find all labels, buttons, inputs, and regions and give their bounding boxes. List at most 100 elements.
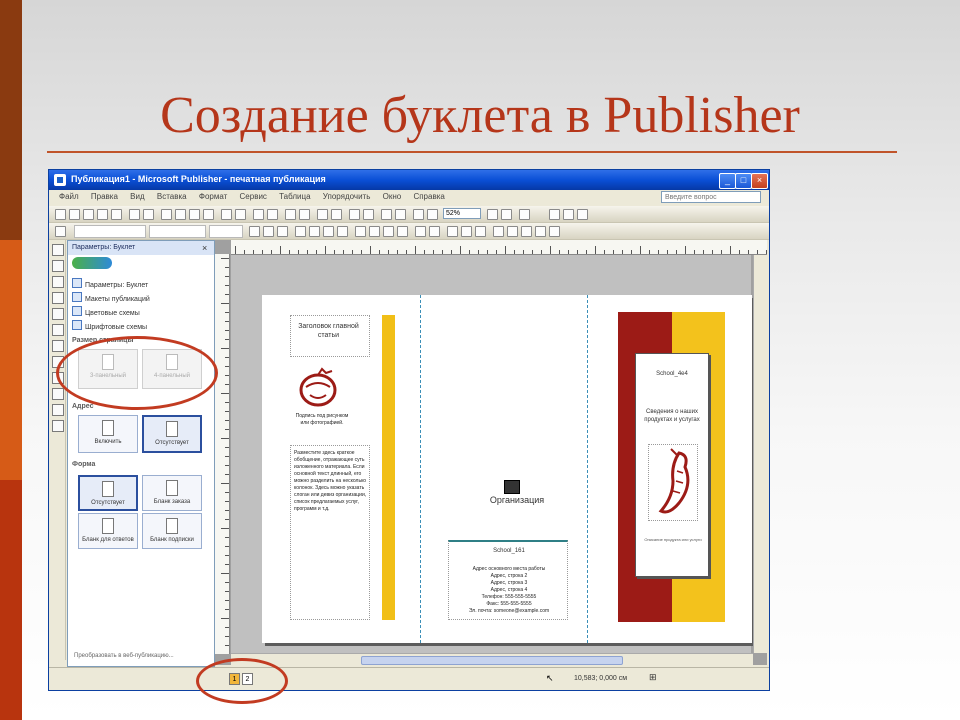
vertical-ruler[interactable] xyxy=(215,254,230,654)
underline-icon[interactable] xyxy=(277,226,288,237)
font-color-icon[interactable] xyxy=(475,226,486,237)
open-icon[interactable] xyxy=(69,209,80,220)
fill-color-icon[interactable] xyxy=(447,226,458,237)
menu-help[interactable]: Справка xyxy=(413,192,444,201)
menu-tools[interactable]: Сервис xyxy=(240,192,267,201)
group-icon[interactable] xyxy=(299,209,310,220)
toolbar-options-icon[interactable] xyxy=(563,209,574,220)
menu-table[interactable]: Таблица xyxy=(279,192,310,201)
zoom-out-icon[interactable] xyxy=(381,209,392,220)
research-icon[interactable] xyxy=(143,209,154,220)
rotate-icon[interactable] xyxy=(285,209,296,220)
new-icon[interactable] xyxy=(55,209,66,220)
tomato-picture[interactable]: Подпись под рисунком или фотографией. xyxy=(292,365,352,430)
form-none[interactable]: Отсутствует xyxy=(78,475,138,511)
form-order[interactable]: Бланк заказа xyxy=(142,475,202,511)
cut-icon[interactable] xyxy=(161,209,172,220)
minimize-button[interactable]: _ xyxy=(719,173,736,189)
print-preview-icon[interactable] xyxy=(111,209,122,220)
task-pane-navigation[interactable] xyxy=(72,257,112,269)
menu-insert[interactable]: Вставка xyxy=(157,192,187,201)
autoshapes-icon[interactable] xyxy=(52,404,64,416)
picture-frame-icon[interactable] xyxy=(52,308,64,320)
clip-art-icon[interactable] xyxy=(52,324,64,336)
menu-file[interactable]: Файл xyxy=(59,192,79,201)
text-style-icon[interactable] xyxy=(55,226,66,237)
publication-page[interactable]: Заголовок главной статьи Подпись под рис… xyxy=(262,295,752,643)
pane-link-publication-options[interactable]: Параметры: Буклет xyxy=(72,278,148,289)
insert-table-icon[interactable] xyxy=(52,276,64,288)
print-icon[interactable] xyxy=(97,209,108,220)
maximize-button[interactable]: □ xyxy=(735,173,752,189)
whole-page-icon[interactable] xyxy=(413,209,424,220)
scratch-area[interactable]: Заголовок главной статьи Подпись под рис… xyxy=(231,255,752,653)
table-icon[interactable] xyxy=(317,209,328,220)
font-size-increase-icon[interactable] xyxy=(429,226,440,237)
undo-icon[interactable] xyxy=(221,209,232,220)
cover-card[interactable]: School_4e4 Сведения о наших продуктах и … xyxy=(635,353,709,577)
rectangle-icon[interactable] xyxy=(52,388,64,400)
zoom-out-small-icon[interactable] xyxy=(487,209,498,220)
pane-link-font-schemes[interactable]: Шрифтовые схемы xyxy=(72,320,147,331)
paste-icon[interactable] xyxy=(189,209,200,220)
pepper-picture[interactable] xyxy=(648,444,698,521)
address-none[interactable]: Отсутствует xyxy=(142,415,202,453)
menu-view[interactable]: Вид xyxy=(130,192,144,201)
web-tools-icon[interactable] xyxy=(549,209,560,220)
font-size-decrease-icon[interactable] xyxy=(415,226,426,237)
organization-name[interactable]: Организация xyxy=(457,495,577,505)
align-left-icon[interactable] xyxy=(295,226,306,237)
style-select[interactable] xyxy=(74,225,146,238)
menu-edit[interactable]: Правка xyxy=(91,192,118,201)
align-center-icon[interactable] xyxy=(309,226,320,237)
form-signup[interactable]: Бланк подписки xyxy=(142,513,202,549)
help-icon[interactable] xyxy=(519,209,530,220)
page-width-icon[interactable] xyxy=(427,209,438,220)
picture-icon[interactable] xyxy=(363,209,374,220)
decrease-indent-icon[interactable] xyxy=(383,226,394,237)
spelling-icon[interactable] xyxy=(129,209,140,220)
select-icon[interactable] xyxy=(52,244,64,256)
font-size-select[interactable] xyxy=(209,225,243,238)
increase-indent-icon[interactable] xyxy=(397,226,408,237)
pane-link-publication-designs[interactable]: Макеты публикаций xyxy=(72,292,150,303)
school-info-box[interactable]: School_161 Адрес основного места работы … xyxy=(448,540,568,620)
menu-arrange[interactable]: Упорядочить xyxy=(323,192,371,201)
zoom-in-icon[interactable] xyxy=(395,209,406,220)
address-include[interactable]: Включить xyxy=(78,415,138,453)
horizontal-ruler[interactable] xyxy=(231,240,767,255)
italic-icon[interactable] xyxy=(263,226,274,237)
design-gallery-icon[interactable] xyxy=(52,420,64,432)
hyperlink-icon[interactable] xyxy=(349,209,360,220)
horizontal-scrollbar[interactable] xyxy=(231,653,753,665)
window-titlebar[interactable]: Публикация1 - Microsoft Publisher - печа… xyxy=(49,170,769,190)
bring-forward-icon[interactable] xyxy=(253,209,264,220)
form-response[interactable]: Бланк для ответов xyxy=(78,513,138,549)
horizontal-scroll-thumb[interactable] xyxy=(361,656,623,665)
arrow-style-icon[interactable] xyxy=(521,226,532,237)
toolbar-more-icon[interactable] xyxy=(577,209,588,220)
align-right-icon[interactable] xyxy=(323,226,334,237)
redo-icon[interactable] xyxy=(235,209,246,220)
line-style-icon[interactable] xyxy=(493,226,504,237)
convert-to-web-link[interactable]: Преобразовать в веб-публикацию... xyxy=(74,653,174,659)
format-painter-icon[interactable] xyxy=(203,209,214,220)
line-icon[interactable] xyxy=(52,340,64,352)
task-pane-close-icon[interactable]: × xyxy=(202,243,207,253)
font-select[interactable] xyxy=(149,225,206,238)
col1-heading-box[interactable]: Заголовок главной статьи xyxy=(290,315,370,357)
send-backward-icon[interactable] xyxy=(267,209,278,220)
close-button[interactable]: × xyxy=(751,173,768,189)
menu-format[interactable]: Формат xyxy=(199,192,227,201)
numbering-icon[interactable] xyxy=(355,226,366,237)
bold-icon[interactable] xyxy=(249,226,260,237)
line-color-icon[interactable] xyxy=(461,226,472,237)
zoom-select[interactable]: 52% xyxy=(443,208,481,219)
dash-style-icon[interactable] xyxy=(507,226,518,237)
zoom-in-small-icon[interactable] xyxy=(501,209,512,220)
organization-logo-icon[interactable] xyxy=(504,480,520,494)
shadow-icon[interactable] xyxy=(535,226,546,237)
columns-icon[interactable] xyxy=(331,209,342,220)
save-icon[interactable] xyxy=(83,209,94,220)
vertical-scrollbar[interactable] xyxy=(753,255,767,653)
